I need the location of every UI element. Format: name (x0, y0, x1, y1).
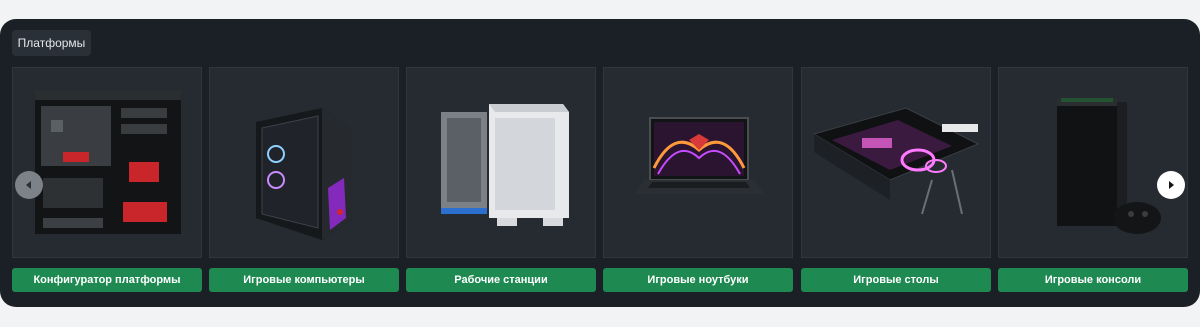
card-label[interactable]: Игровые ноутбуки (603, 268, 793, 292)
carousel-next-button[interactable] (1157, 171, 1185, 199)
chevron-right-icon (1169, 181, 1174, 189)
gaming-desk-image[interactable] (801, 67, 991, 258)
carousel-prev-button[interactable] (15, 171, 43, 199)
pc-case-open-image[interactable] (12, 67, 202, 258)
card-label[interactable]: Игровые столы (801, 268, 991, 292)
tab-platforms[interactable]: Платформы (12, 30, 91, 56)
game-console-image[interactable] (998, 67, 1188, 258)
card-label[interactable]: Рабочие станции (406, 268, 596, 292)
card-gaming-pcs[interactable]: Игровые компьютеры (209, 67, 399, 292)
gaming-pc-image[interactable] (209, 67, 399, 258)
chevron-left-icon (26, 181, 31, 189)
card-gaming-desks[interactable]: Игровые столы (801, 67, 991, 292)
card-label[interactable]: Игровые консоли (998, 268, 1188, 292)
workstation-image[interactable] (406, 67, 596, 258)
platforms-carousel: Платформы Конфигуратор платформы Игровые… (0, 19, 1200, 307)
card-label[interactable]: Конфигуратор платформы (12, 268, 202, 292)
card-workstations[interactable]: Рабочие станции (406, 67, 596, 292)
card-label[interactable]: Игровые компьютеры (209, 268, 399, 292)
card-gaming-laptops[interactable]: Игровые ноутбуки (603, 67, 793, 292)
gaming-laptop-image[interactable] (603, 67, 793, 258)
